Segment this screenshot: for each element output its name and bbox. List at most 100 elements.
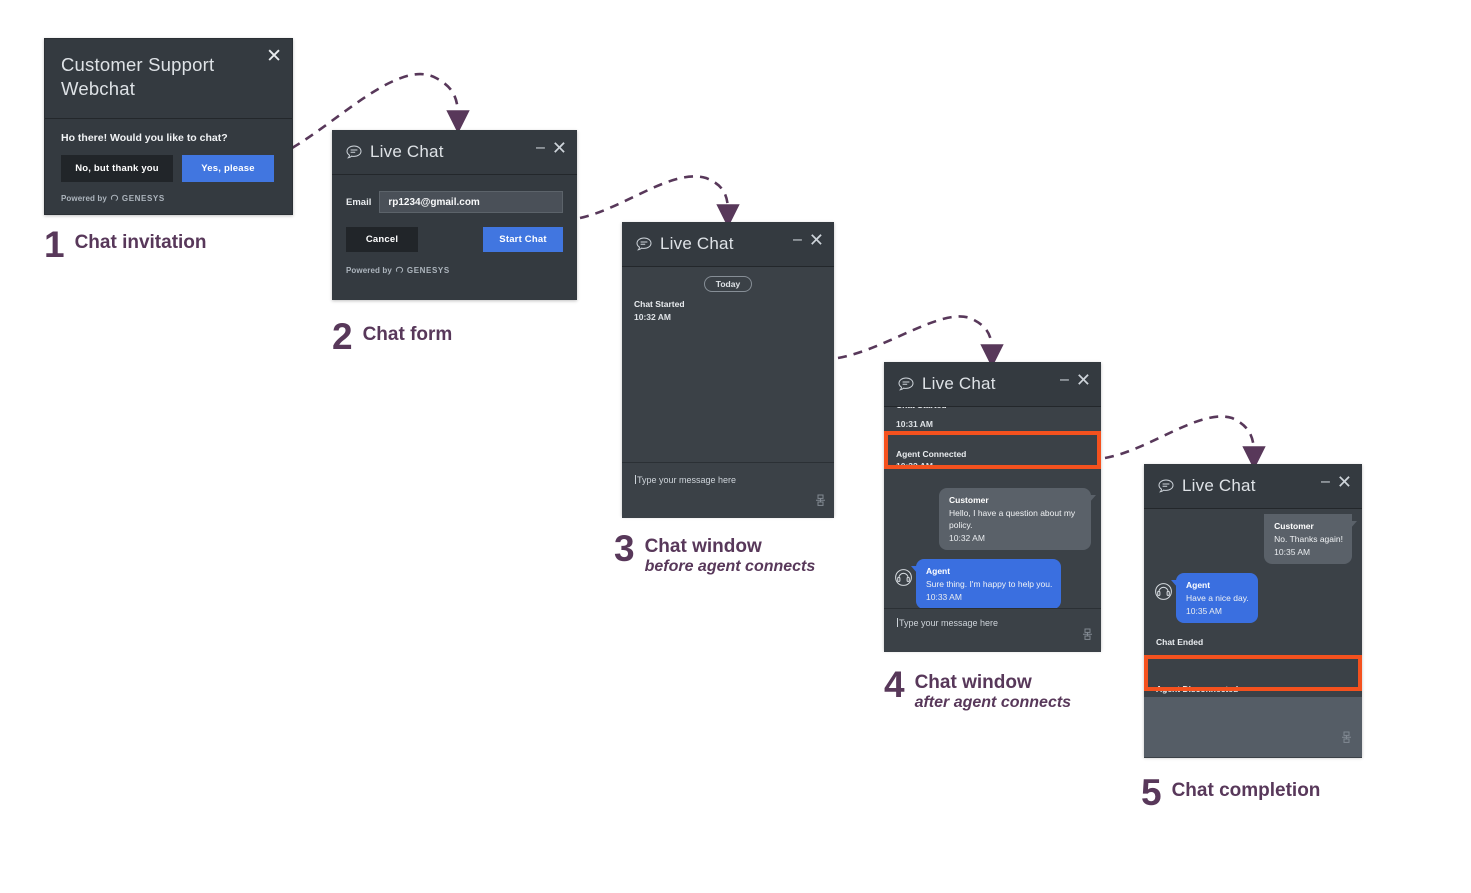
message-sender: Agent: [926, 565, 951, 576]
agent-connected-time: 10:32 AM: [896, 461, 934, 471]
message-sender: Agent: [1186, 580, 1211, 590]
message-text: Sure thing. I'm happy to help you.: [926, 578, 1053, 589]
chat-window-before-agent: Live Chat – ✕ Today Chat Started 10:32 A…: [622, 222, 834, 518]
caption-5-title: Chat completion: [1171, 780, 1321, 801]
chat-bubble-icon: [636, 237, 652, 251]
chat-bubble-icon: [346, 145, 362, 159]
email-label: Email: [346, 196, 372, 208]
genesys-wordmark: GENESYS: [406, 266, 450, 275]
message-row-agent: Agent Sure thing. I'm happy to help you.…: [884, 558, 1101, 608]
email-field-row: Email rp1234@gmail.com: [346, 191, 563, 213]
agent-message-bubble: Agent Sure thing. I'm happy to help you.…: [910, 558, 1062, 608]
chat-form-button-row: Cancel Start Chat: [346, 227, 563, 252]
message-sender: Customer: [1274, 521, 1314, 531]
agent-message-bubble: Agent Have a nice day. 10:35 AM: [1171, 573, 1258, 623]
agent-disconnected-label: Agent Disconnected: [1156, 683, 1239, 694]
message-sender: Customer: [949, 494, 989, 505]
arrow-2-to-3: [579, 175, 740, 228]
close-icon[interactable]: ✕: [1076, 371, 1091, 389]
caption-4-number: 4: [884, 664, 905, 705]
message-time: 10:35 AM: [1274, 547, 1311, 557]
accept-chat-button[interactable]: Yes, please: [182, 155, 274, 182]
message-composer[interactable]: Type your message here: [884, 608, 1101, 652]
start-chat-button[interactable]: Start Chat: [483, 227, 563, 252]
close-icon[interactable]: ✕: [809, 231, 824, 249]
chat-form-title: Live Chat: [370, 142, 444, 161]
caption-1-title: Chat invitation: [74, 232, 207, 253]
system-message-label: Chat Started: [634, 299, 685, 309]
invitation-title: Customer Support Webchat: [61, 54, 215, 99]
chat-window-after-agent: Live Chat – ✕ Chat Started 10:31 AM Agen…: [884, 362, 1101, 652]
chat-ended-label: Chat Ended: [1156, 637, 1204, 647]
chat-window-completion: Live Chat – ✕ Customer No. Thanks again!…: [1144, 464, 1362, 758]
chat-window-title: Live Chat: [660, 234, 734, 253]
message-row-agent: Agent Have a nice day. 10:35 AM: [1144, 573, 1362, 623]
chat-window-header: Live Chat – ✕: [884, 362, 1101, 406]
message-text: No. Thanks again!: [1274, 534, 1343, 544]
caption-4-title: Chat window: [914, 672, 1032, 693]
message-time: 10:32 AM: [949, 532, 985, 543]
caption-4-subtitle: after agent connects: [914, 694, 1072, 711]
caption-3-number: 3: [614, 528, 635, 569]
arrow-3-to-4: [837, 315, 1004, 368]
message-composer[interactable]: Type your message here: [622, 462, 834, 518]
close-icon[interactable]: ✕: [552, 139, 567, 157]
day-badge: Today: [703, 276, 753, 292]
composer-placeholder: Type your message here: [897, 618, 999, 628]
message-time: 10:35 AM: [1186, 606, 1222, 616]
caption-2-number: 2: [332, 316, 353, 357]
powered-by-label: Powered by: [346, 266, 392, 275]
caption-5: 5 Chat completion: [1141, 774, 1321, 811]
system-message-chat-ended: Chat Ended: [1144, 630, 1362, 655]
caption-1: 1 Chat invitation: [44, 224, 207, 265]
message-log[interactable]: Chat Started 10:31 AM Agent Connected 10…: [884, 407, 1101, 608]
chat-window-header: Live Chat – ✕: [622, 222, 834, 266]
cancel-button[interactable]: Cancel: [346, 227, 418, 252]
message-row-customer: Customer No. Thanks again! 10:35 AM: [1144, 514, 1362, 564]
chat-invitation-widget: Customer Support Webchat ✕ Ho there! Wou…: [44, 38, 293, 215]
disabled-composer-area: [1144, 697, 1362, 757]
message-time: 10:33 AM: [926, 591, 962, 602]
genesys-logo-icon: [395, 266, 404, 273]
powered-by-genesys: Powered by GENESYS: [346, 266, 563, 275]
options-icon[interactable]: [815, 494, 826, 512]
caption-3-subtitle: before agent connects: [644, 558, 816, 575]
customer-message-bubble: Customer Hello, I have a question about …: [939, 487, 1096, 550]
decline-chat-button[interactable]: No, but thank you: [61, 155, 173, 182]
message-row-customer: Customer Hello, I have a question about …: [884, 487, 1101, 550]
invitation-button-row: No, but thank you Yes, please: [61, 155, 276, 182]
close-icon[interactable]: ✕: [1337, 473, 1352, 491]
chat-window-title: Live Chat: [1182, 476, 1256, 495]
caption-3-title: Chat window: [644, 536, 762, 557]
invitation-question: Ho there! Would you like to chat?: [61, 132, 228, 144]
customer-message-bubble: Customer No. Thanks again! 10:35 AM: [1264, 514, 1357, 564]
system-message-agent-connected: Agent Connected 10:32 AM: [884, 440, 1101, 479]
options-icon[interactable]: [1341, 731, 1352, 749]
email-field[interactable]: rp1234@gmail.com: [379, 191, 563, 213]
message-text: Hello, I have a question about my policy…: [949, 507, 1076, 530]
chat-bubble-icon: [898, 377, 914, 391]
caption-1-number: 1: [44, 224, 65, 265]
invitation-header: Customer Support Webchat ✕: [45, 39, 292, 118]
agent-connected-label: Agent Connected: [896, 448, 967, 459]
flow-diagram: Customer Support Webchat ✕ Ho there! Wou…: [0, 0, 1471, 893]
minimize-icon[interactable]: –: [793, 232, 802, 248]
minimize-icon[interactable]: –: [1060, 372, 1069, 388]
chat-form-header: Live Chat – ✕: [332, 130, 577, 174]
genesys-wordmark: GENESYS: [121, 194, 165, 203]
minimize-icon[interactable]: –: [536, 140, 545, 156]
invitation-body: Ho there! Would you like to chat? No, bu…: [45, 119, 292, 203]
chat-window-title: Live Chat: [922, 374, 996, 393]
close-icon[interactable]: ✕: [266, 47, 282, 66]
composer-placeholder: Type your message here: [635, 475, 737, 485]
clipped-system-time: 10:31 AM: [896, 419, 934, 429]
message-text: Have a nice day.: [1186, 593, 1249, 603]
minimize-icon[interactable]: –: [1321, 474, 1330, 490]
clipped-system-message: Chat Started: [884, 407, 1101, 418]
options-icon[interactable]: [1082, 628, 1093, 646]
message-log[interactable]: Today Chat Started 10:32 AM: [622, 267, 834, 462]
system-message-chat-started: Chat Started 10:32 AM: [622, 292, 834, 329]
caption-3: 3 Chat window before agent connects: [614, 528, 816, 577]
system-message-time: 10:32 AM: [634, 311, 672, 322]
powered-by-label: Powered by: [61, 194, 107, 203]
